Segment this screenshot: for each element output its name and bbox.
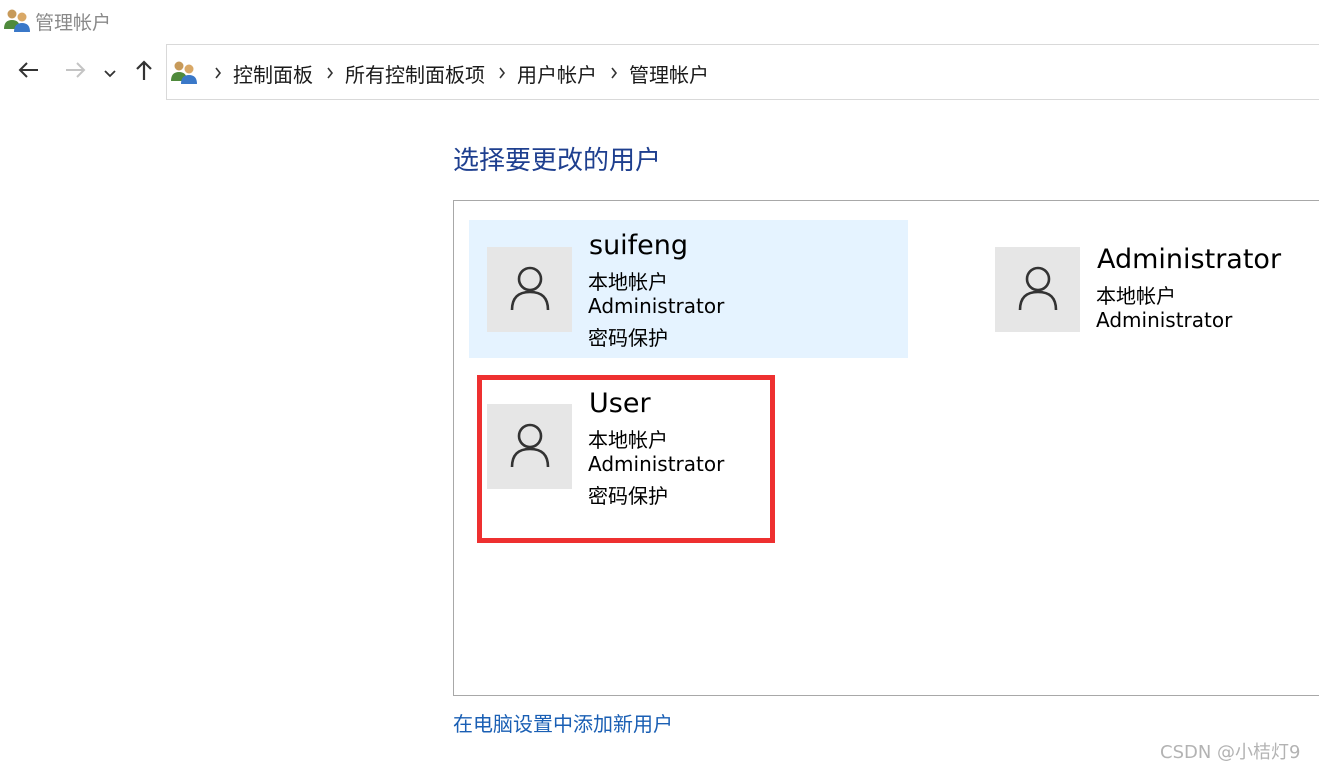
watermark: CSDN @小桔灯9: [1160, 742, 1301, 763]
chevron-right-icon: [203, 67, 233, 79]
breadcrumb: 控制面板 所有控制面板项 用户帐户 管理帐户: [203, 45, 711, 101]
account-type: 本地帐户: [1096, 284, 1176, 308]
window-title: 管理帐户: [35, 12, 112, 34]
user-name: suifeng: [589, 230, 689, 261]
avatar: [995, 247, 1080, 332]
breadcrumb-manage-accounts[interactable]: 管理帐户: [629, 59, 711, 88]
chevron-right-icon[interactable]: [599, 67, 629, 79]
account-role: Administrator: [1096, 308, 1233, 332]
arrow-right-icon: [64, 61, 86, 83]
user-icon: [1016, 264, 1060, 316]
chevron-down-icon: [104, 63, 116, 82]
users-icon: [170, 58, 198, 86]
user-list-panel: suifeng 本地帐户 Administrator 密码保护 Administ…: [453, 200, 1319, 696]
avatar: [487, 247, 572, 332]
user-name: User: [589, 388, 651, 419]
user-icon: [508, 421, 552, 473]
address-bar[interactable]: 控制面板 所有控制面板项 用户帐户 管理帐户: [166, 44, 1319, 100]
account-type: 本地帐户: [588, 428, 668, 452]
forward-button[interactable]: [61, 58, 89, 86]
user-card-user[interactable]: User 本地帐户 Administrator 密码保护: [477, 375, 775, 543]
add-new-user-link[interactable]: 在电脑设置中添加新用户: [453, 708, 673, 737]
account-type: 本地帐户: [588, 270, 668, 294]
user-card-suifeng[interactable]: suifeng 本地帐户 Administrator 密码保护: [469, 220, 908, 358]
user-card-administrator[interactable]: Administrator 本地帐户 Administrator: [995, 244, 1319, 337]
chevron-right-icon[interactable]: [315, 67, 345, 79]
user-name: Administrator: [1097, 244, 1282, 275]
breadcrumb-control-panel[interactable]: 控制面板: [233, 59, 315, 88]
title-bar: 管理帐户: [0, 0, 1319, 40]
chevron-right-icon[interactable]: [487, 67, 517, 79]
back-button[interactable]: [15, 58, 43, 86]
avatar: [487, 404, 572, 489]
password-status: 密码保护: [588, 484, 668, 508]
recent-locations-button[interactable]: [99, 58, 121, 86]
password-status: 密码保护: [588, 326, 668, 350]
breadcrumb-user-accounts[interactable]: 用户帐户: [517, 59, 599, 88]
navigation-bar: 控制面板 所有控制面板项 用户帐户 管理帐户: [0, 44, 1319, 100]
account-role: Administrator: [588, 452, 725, 476]
users-icon: [3, 7, 31, 33]
breadcrumb-all-items[interactable]: 所有控制面板项: [345, 59, 487, 88]
account-role: Administrator: [588, 294, 725, 318]
arrow-up-icon: [135, 59, 153, 85]
page-title: 选择要更改的用户: [453, 146, 662, 176]
up-button[interactable]: [130, 58, 158, 86]
user-icon: [508, 264, 552, 316]
arrow-left-icon: [18, 61, 40, 83]
